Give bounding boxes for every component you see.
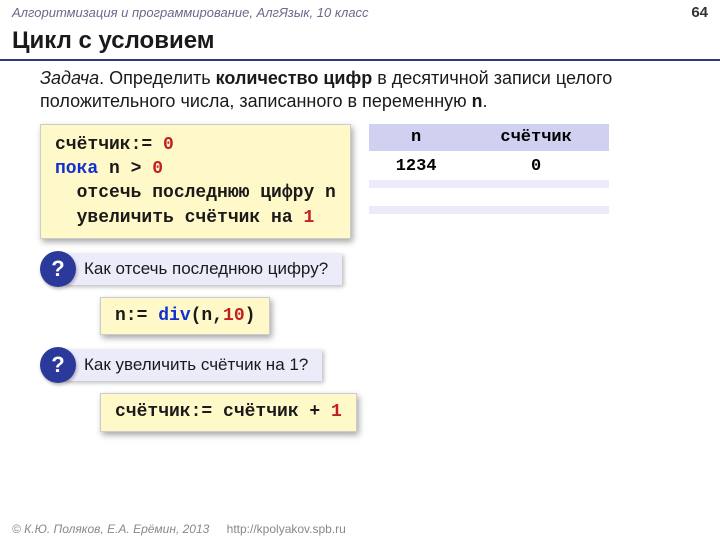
answer-2-row: счётчик:= счётчик + 1 [100,393,690,431]
trace-head-counter: счётчик [463,124,608,152]
trace-table: n счётчик 1234 0 [369,124,609,188]
question-1-text: Как отсечь последнюю цифру? [64,253,342,285]
question-2-row: ? Как увеличить счётчик на 1? [40,347,690,383]
trace-table-2 [369,206,609,214]
task-text: Задача. Определить количество цифр в дес… [40,67,690,116]
task-keyword: количество цифр [216,68,373,88]
trace-wrapper: n счётчик 1234 0 [369,124,609,214]
question-badge-icon: ? [40,347,76,383]
answer-1-code: n:= div(n,10) [100,297,270,335]
task-label: Задача [40,68,99,88]
question-1-row: ? Как отсечь последнюю цифру? [40,251,690,287]
question-badge-icon: ? [40,251,76,287]
content: Задача. Определить количество цифр в дес… [0,61,720,432]
trace-head-n: n [369,124,464,152]
table-row [369,180,609,188]
page-title: Цикл с условием [0,23,720,61]
table-row [369,206,609,214]
course-name: Алгоритмизация и программирование, АлгЯз… [12,5,369,20]
footer-link[interactable]: http://kpolyakov.spb.ru [227,522,346,536]
answer-2-code: счётчик:= счётчик + 1 [100,393,357,431]
code-main: счётчик:= 0 пока n > 0 отсечь последнюю … [40,124,351,239]
header-strip: Алгоритмизация и программирование, АлгЯз… [0,0,720,23]
table-row: 1234 0 [369,152,609,180]
page-number: 64 [691,4,708,21]
footer-copyright: © К.Ю. Поляков, Е.А. Ерёмин, 2013 [12,522,209,536]
answer-1-row: n:= div(n,10) [100,297,690,335]
question-2-text: Как увеличить счётчик на 1? [64,349,322,381]
trace-header-row: n счётчик [369,124,609,152]
task-var: n [472,93,483,113]
footer: © К.Ю. Поляков, Е.А. Ерёмин, 2013 http:/… [12,522,346,536]
